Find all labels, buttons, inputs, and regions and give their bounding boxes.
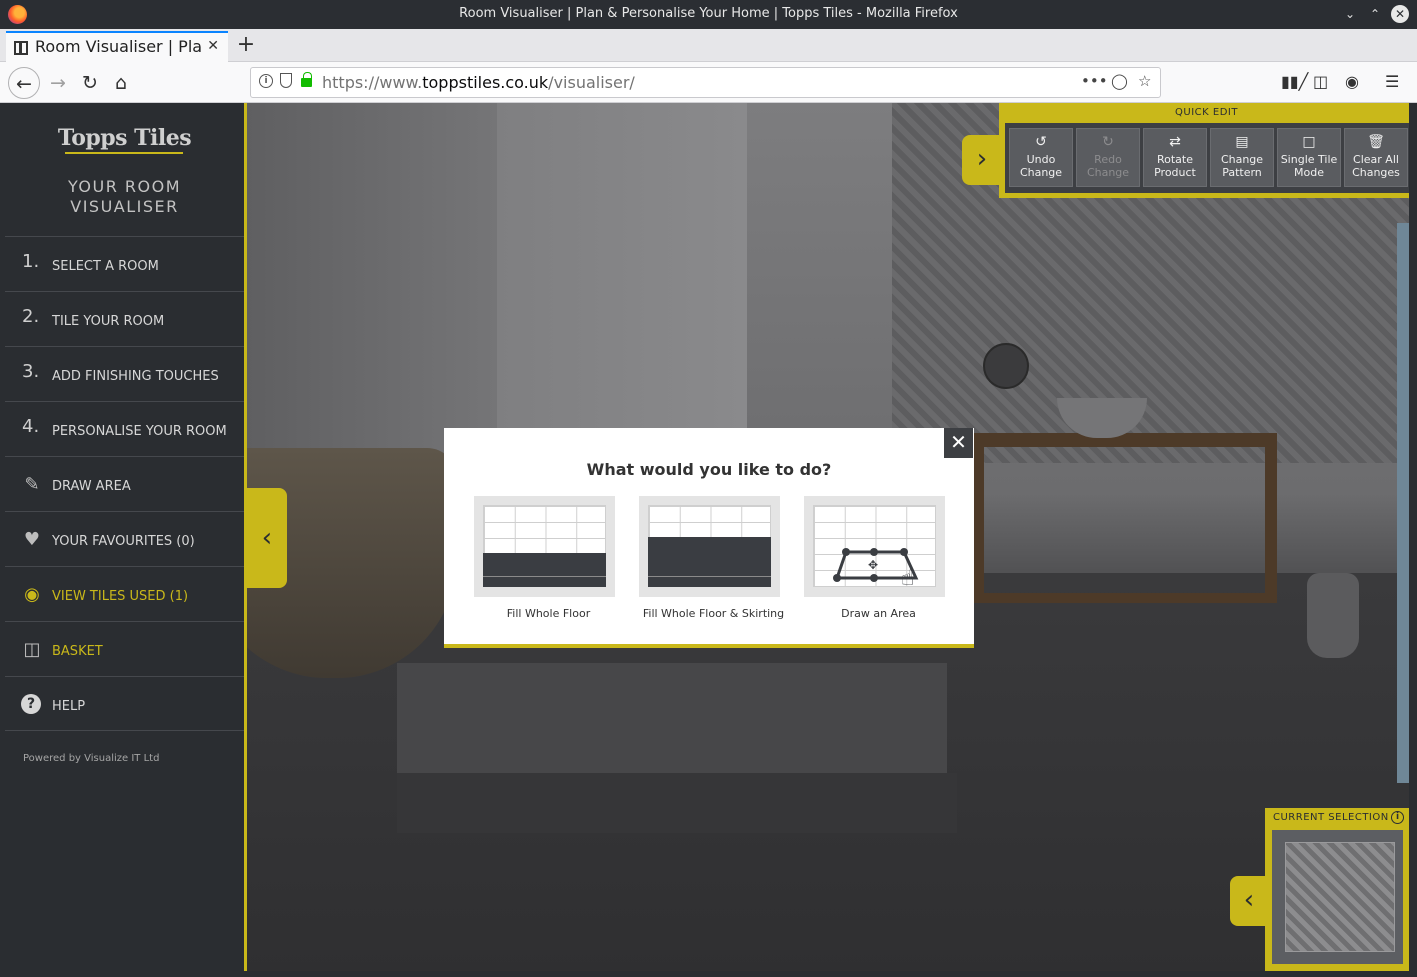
toggle-quick-edit-arrow-icon[interactable]: › (962, 135, 1002, 185)
url-bar[interactable]: i https://www.toppstiles.co.uk/visualise… (250, 67, 1161, 98)
svg-text:✥: ✥ (868, 558, 878, 572)
quick-edit-toolbar: ↺ Undo Change ↻ Redo Change ⇄ Rotate Produc… (1005, 123, 1409, 193)
site-info-icon[interactable]: i (259, 74, 273, 88)
draw-area-thumbnail: ✥ ☝ (804, 496, 945, 597)
modal-title: What would you like to do? (586, 460, 832, 479)
logo-underline (65, 152, 183, 154)
close-tab-icon[interactable]: ✕ (207, 38, 219, 54)
close-window-icon[interactable]: ✕ (1391, 5, 1409, 23)
draw-area-option[interactable]: ✥ ☝ Draw an Area (791, 496, 951, 631)
sidebar-menu: 1. SELECT A ROOM 2. TILE YOUR ROOM 3. AD… (5, 236, 244, 731)
heart-icon: ♥ (23, 529, 41, 550)
url-text[interactable]: https://www.toppstiles.co.uk/visualiser/ (322, 73, 635, 92)
minimize-icon[interactable]: ⌄ (1341, 5, 1359, 23)
expand-selection-arrow-icon[interactable]: ‹ (1230, 876, 1268, 926)
redo-change-button[interactable]: ↻ Redo Change (1076, 128, 1140, 187)
undo-icon: ↺ (1035, 134, 1047, 150)
sidebar-item-help[interactable]: ? HELP (5, 676, 244, 731)
tracking-shield-icon[interactable] (280, 73, 292, 88)
trash-icon: 🗑 (1367, 134, 1385, 150)
maximize-icon[interactable]: ⌃ (1366, 5, 1384, 23)
navigation-bar: ← → ↻ ⌂ i https://www.toppstiles.co.uk/v… (0, 62, 1417, 103)
draw-area-label: Draw an Area (841, 607, 916, 620)
secure-lock-icon[interactable] (301, 72, 312, 87)
info-icon[interactable]: i (1391, 811, 1404, 824)
redo-icon: ↻ (1102, 134, 1114, 150)
clear-all-changes-button[interactable]: 🗑 Clear All Changes (1344, 128, 1408, 187)
pencil-icon: ✎ (24, 474, 40, 495)
help-icon: ? (21, 694, 41, 714)
room-step-front (397, 773, 957, 833)
room-mirror (983, 343, 1029, 389)
site-favicon-icon (14, 41, 28, 55)
undo-change-button[interactable]: ↺ Undo Change (1009, 128, 1073, 187)
tab-title: Room Visualiser | Plan & Personalise You… (35, 37, 203, 56)
quick-edit-title: QUICK EDIT (1175, 107, 1238, 118)
powered-by-text: Powered by Visualize IT Ltd (23, 753, 160, 764)
back-icon[interactable]: ← (8, 67, 40, 99)
fill-floor-skirting-label: Fill Whole Floor & Skirting (642, 607, 785, 620)
pattern-icon: ▤ (1235, 134, 1249, 150)
room-jug (1307, 573, 1359, 658)
sidebar: Topps Tiles YOUR ROOM VISUALISER 1. SELE… (5, 103, 244, 977)
fill-floor-skirting-thumbnail (639, 496, 780, 597)
tab-bar: Room Visualiser | Plan & Personalise You… (0, 29, 1417, 62)
current-selection-title: CURRENT SELECTION (1273, 812, 1389, 823)
topps-tiles-logo[interactable]: Topps Tiles (5, 125, 244, 151)
sidebar-toggle-icon[interactable]: ◫ (1313, 72, 1328, 91)
fill-floor-skirting-option[interactable]: Fill Whole Floor & Skirting (626, 496, 786, 631)
window-titlebar: Room Visualiser | Plan & Personalise You… (0, 0, 1417, 29)
rotate-product-button[interactable]: ⇄ Rotate Product (1143, 128, 1207, 187)
single-tile-mode-button[interactable]: □ Single Tile Mode (1277, 128, 1341, 187)
account-icon[interactable]: ◉ (1345, 72, 1359, 91)
library-icon[interactable]: ▮▮╱ (1281, 72, 1308, 91)
sidebar-item-view-tiles-used[interactable]: ◉ VIEW TILES USED (1) (5, 566, 244, 621)
home-icon[interactable]: ⌂ (105, 67, 137, 99)
quick-edit-panel: QUICK EDIT ↺ Undo Change ↻ Redo Change ⇄ R… (999, 103, 1409, 198)
sidebar-item-draw-area[interactable]: ✎ DRAW AREA (5, 456, 244, 511)
basket-icon: ◫ (23, 639, 41, 660)
sidebar-item-finishing-touches[interactable]: 3. ADD FINISHING TOUCHES (5, 346, 244, 401)
new-tab-icon[interactable]: + (234, 32, 258, 57)
collapse-sidebar-arrow-icon[interactable]: ‹ (247, 488, 287, 588)
sidebar-item-favourites[interactable]: ♥ YOUR FAVOURITES (0) (5, 511, 244, 566)
fill-whole-floor-thumbnail (474, 496, 615, 597)
window-title: Room Visualiser | Plan & Personalise You… (459, 6, 958, 21)
svg-text:☝: ☝ (901, 566, 914, 587)
sidebar-item-select-room[interactable]: 1. SELECT A ROOM (5, 236, 244, 291)
room-step-top (397, 663, 947, 773)
tab-room-visualiser[interactable]: Room Visualiser | Plan & Personalise You… (6, 31, 228, 62)
current-selection-tile[interactable] (1272, 830, 1403, 964)
tile-swatch-image (1285, 842, 1395, 952)
square-icon: □ (1302, 134, 1316, 150)
room-vanity-shelf (972, 593, 1277, 603)
visualiser-tagline: YOUR ROOM VISUALISER (67, 177, 181, 216)
rotate-icon: ⇄ (1169, 134, 1181, 150)
fill-whole-floor-option[interactable]: Fill Whole Floor (461, 496, 621, 631)
draw-area-polygon-icon: ✥ ☝ (833, 548, 919, 587)
forward-icon[interactable]: → (42, 67, 74, 99)
room-vanity-unit (972, 433, 1277, 603)
change-pattern-button[interactable]: ▤ Change Pattern (1210, 128, 1274, 187)
sidebar-item-personalise-room[interactable]: 4. PERSONALISE YOUR ROOM (5, 401, 244, 456)
visualiser-page: Topps Tiles YOUR ROOM VISUALISER 1. SELE… (0, 103, 1417, 977)
sidebar-item-tile-room[interactable]: 2. TILE YOUR ROOM (5, 291, 244, 346)
pocket-icon[interactable]: ◯ (1111, 72, 1128, 90)
eye-icon: ◉ (24, 584, 40, 605)
menu-icon[interactable]: ☰ (1385, 72, 1399, 91)
close-modal-button[interactable]: ✕ (944, 428, 973, 458)
bookmark-star-icon[interactable]: ☆ (1138, 72, 1151, 90)
current-selection-panel: CURRENT SELECTION i (1265, 808, 1409, 971)
sidebar-item-basket[interactable]: ◫ BASKET (5, 621, 244, 676)
reload-icon[interactable]: ↻ (74, 67, 106, 99)
room-edge-strip (1397, 223, 1409, 783)
action-choice-modal: ✕ What would you like to do? Fill Whole … (444, 428, 974, 648)
room-shower-glass (497, 103, 747, 433)
fill-whole-floor-label: Fill Whole Floor (506, 607, 591, 620)
page-actions-icon[interactable]: ••• (1081, 72, 1108, 90)
